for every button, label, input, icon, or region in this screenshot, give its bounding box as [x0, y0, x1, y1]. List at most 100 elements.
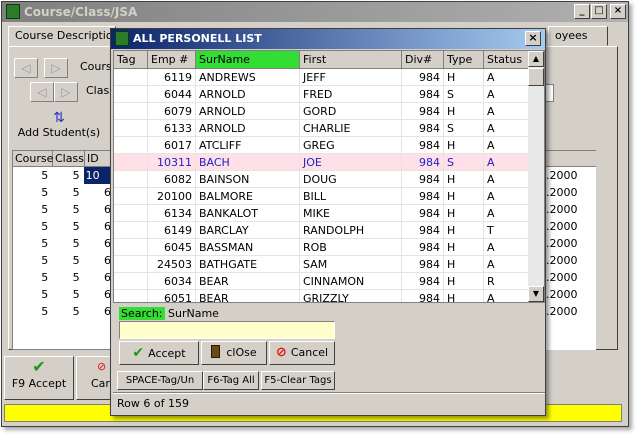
student-row[interactable]: 556: [13, 235, 115, 252]
cell-emp: 6044: [148, 86, 196, 103]
search-input[interactable]: [119, 321, 335, 339]
student-cell: 5: [41, 237, 49, 250]
cell-surname: BEAR: [196, 273, 300, 290]
student-row[interactable]: 556: [13, 184, 115, 201]
column-header-type[interactable]: Type: [444, 51, 484, 69]
tab-course-description[interactable]: Course Description: [8, 26, 120, 46]
cell-surname: ANDREWS: [196, 69, 300, 86]
personnel-row[interactable]: 6119 ANDREWS JEFF 984 H A: [114, 69, 530, 86]
accept-button[interactable]: ✔ Accept: [119, 341, 199, 365]
personnel-row[interactable]: 20100 BALMORE BILL 984 H A: [114, 188, 530, 205]
scroll-up-button[interactable]: ▲: [528, 51, 544, 67]
cell-type: H: [444, 137, 484, 154]
personnel-row[interactable]: 6044 ARNOLD FRED 984 S A: [114, 86, 530, 103]
clear-tags-button[interactable]: F5-Clear Tags: [261, 371, 335, 390]
dialog-title-bar[interactable]: ALL PERSONELL LIST: [111, 29, 545, 49]
close-button[interactable]: ×: [610, 4, 626, 19]
cell-status: A: [484, 154, 530, 171]
nav-first-button[interactable]: ◁: [14, 58, 38, 78]
student-row[interactable]: 556: [13, 286, 115, 303]
student-row[interactable]: 5 5 10: [13, 167, 115, 184]
close-dialog-button[interactable]: clOse: [201, 341, 267, 365]
cell-div: 984: [402, 290, 444, 302]
cell-emp: 6051: [148, 290, 196, 302]
cell-surname: BASSMAN: [196, 239, 300, 256]
student-cell: 5: [41, 203, 49, 216]
cell-tag: [114, 154, 148, 171]
main-title-bar[interactable]: Course/Class/JSA: [2, 2, 628, 22]
cell-div: 984: [402, 188, 444, 205]
cell-emp: 6034: [148, 273, 196, 290]
students-grid-right-header: [544, 151, 596, 167]
column-header-tag[interactable]: Tag: [114, 51, 148, 69]
cell-status: A: [484, 69, 530, 86]
student-cell: 5: [72, 271, 80, 284]
search-label: Search: SurName: [119, 307, 219, 320]
student-row[interactable]: 556: [13, 201, 115, 218]
personnel-row[interactable]: 6079 ARNOLD GORD 984 H A: [114, 103, 530, 120]
cell-type: S: [444, 120, 484, 137]
personnel-row[interactable]: 6082 BAINSON DOUG 984 H A: [114, 171, 530, 188]
personnel-row[interactable]: 6045 BASSMAN ROB 984 H A: [114, 239, 530, 256]
window-controls: _ □ ×: [574, 4, 626, 19]
cell-tag: [114, 103, 148, 120]
cell-first: GORD: [300, 103, 402, 120]
cell-emp: 6119: [148, 69, 196, 86]
cancel-icon: ⊘: [275, 345, 287, 360]
student-row[interactable]: 556: [13, 218, 115, 235]
f9-accept-button[interactable]: ✔ F9 Accept: [4, 356, 74, 400]
cell-status: A: [484, 188, 530, 205]
student-row[interactable]: 556: [13, 269, 115, 286]
column-header-emp[interactable]: Emp #: [148, 51, 196, 69]
cancel-dialog-button[interactable]: ⊘ Cancel: [269, 341, 335, 365]
student-date-cell: .2000: [546, 220, 578, 233]
student-row[interactable]: 556: [13, 252, 115, 269]
cell-div: 984: [402, 69, 444, 86]
cell-tag: [114, 205, 148, 222]
cell-first: CINNAMON: [300, 273, 402, 290]
vertical-scrollbar[interactable]: ▲ ▼: [528, 51, 544, 302]
nav-prev-button[interactable]: ◁: [30, 82, 54, 102]
cell-surname: BACH: [196, 154, 300, 171]
cell-first: RANDOLPH: [300, 222, 402, 239]
column-header-first[interactable]: First: [300, 51, 402, 69]
door-icon: [211, 345, 221, 358]
personnel-row[interactable]: 24503 BATHGATE SAM 984 H A: [114, 256, 530, 273]
col-course[interactable]: Course: [13, 151, 53, 167]
cell-type: H: [444, 171, 484, 188]
dialog-close-button[interactable]: ×: [525, 31, 541, 46]
column-header-surname[interactable]: SurName: [196, 51, 300, 69]
student-cell: 5: [41, 305, 49, 318]
personnel-row[interactable]: 10311 BACH JOE 984 S A: [114, 154, 530, 171]
cell-status: A: [484, 137, 530, 154]
students-grid-right[interactable]: .2000 .2000 .2000 .2000 .2000 .2000 .2000 .2000…: [544, 150, 596, 350]
cell-surname: ATCLIFF: [196, 137, 300, 154]
student-row[interactable]: 556: [13, 303, 115, 320]
column-header-div[interactable]: Div#: [402, 51, 444, 69]
cell-status: T: [484, 222, 530, 239]
cell-div: 984: [402, 205, 444, 222]
student-date-cell: .2000: [546, 237, 578, 250]
tag-toggle-button[interactable]: SPACE-Tag/Un: [117, 371, 203, 390]
minimize-button[interactable]: _: [574, 4, 590, 19]
column-header-status[interactable]: Status: [484, 51, 530, 69]
tag-all-button[interactable]: F6-Tag All: [203, 371, 259, 390]
col-class[interactable]: Class: [53, 151, 85, 167]
maximize-button[interactable]: □: [591, 4, 607, 19]
add-students-button[interactable]: ⇅ Add Student(s): [14, 110, 104, 146]
students-grid-header: Course Class ID: [13, 151, 115, 167]
personnel-row[interactable]: 6017 ATCLIFF GREG 984 H A: [114, 137, 530, 154]
students-grid[interactable]: Course Class ID 5 5 10 5 5 6 5 5 6 5 5 6 5 5 6 5 5 6 5 5 6 5 5…: [12, 150, 116, 350]
personnel-row[interactable]: 6149 BARCLAY RANDOLPH 984 H T: [114, 222, 530, 239]
cell-type: S: [444, 154, 484, 171]
nav-last-button[interactable]: ▷: [44, 58, 68, 78]
personnel-grid[interactable]: Tag Emp # SurName First Div# Type Status 6119 A…: [113, 50, 545, 303]
scroll-down-button[interactable]: ▼: [528, 286, 544, 302]
tab-employees[interactable]: oyees: [548, 26, 608, 46]
personnel-row[interactable]: 6034 BEAR CINNAMON 984 H R: [114, 273, 530, 290]
personnel-row[interactable]: 6051 BEAR GRIZZLY 984 H A: [114, 290, 530, 302]
personnel-row[interactable]: 6134 BANKALOT MIKE 984 H A: [114, 205, 530, 222]
scroll-thumb[interactable]: [528, 68, 544, 86]
nav-next-button[interactable]: ▷: [54, 82, 78, 102]
personnel-row[interactable]: 6133 ARNOLD CHARLIE 984 S A: [114, 120, 530, 137]
